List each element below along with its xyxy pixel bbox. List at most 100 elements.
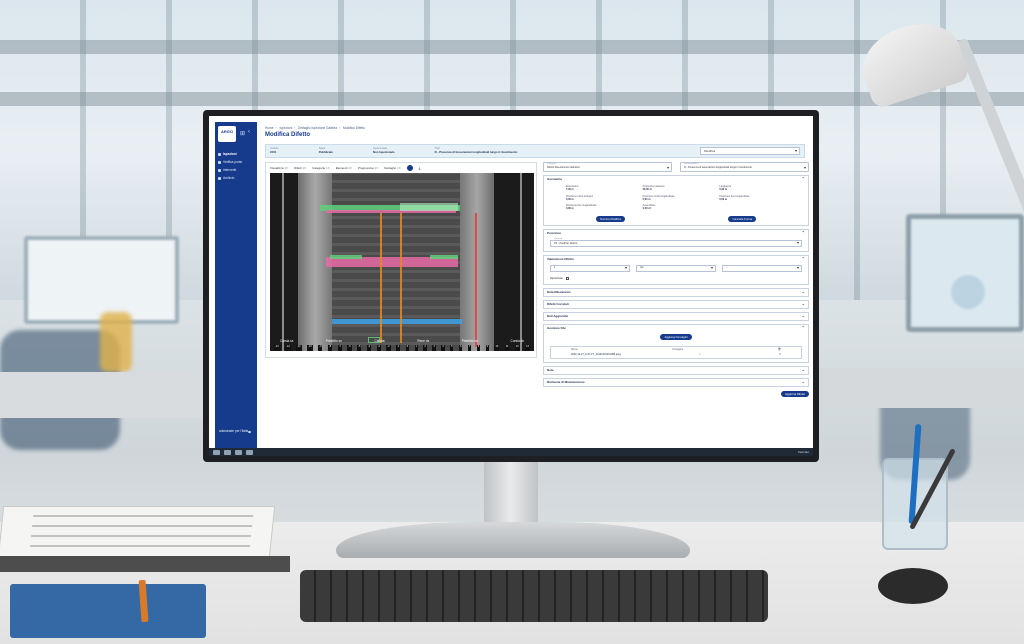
evaluation-select[interactable]: - [722,264,802,272]
section-header[interactable]: Dati Aggiuntivi [544,313,808,320]
subcategory-select[interactable]: Sottocategoria D - Presenza di fessurazio… [680,162,809,172]
tunnel-scan-image[interactable]: Corsia sx Piedritto sx Calotta Rene dx P… [270,173,534,351]
inspection-info-bar: Codice 1001 Stato Pubblicato Ispezionato No… [265,144,805,158]
viewer-filter-difetti[interactable]: Difetti 1X [294,166,306,170]
section-geometria: Geometria Estensione7,00 m Ampiezza mass… [543,175,809,226]
defect-highlight[interactable] [400,203,458,211]
background-monitor [24,236,179,324]
restored-checkbox[interactable] [565,276,569,280]
defect-highlight[interactable] [430,255,458,259]
section-header[interactable]: Data Rilevazione [544,289,808,296]
axis-tick: 7 [467,345,472,351]
defect-highlight[interactable] [330,255,362,259]
viewer-filter-categorie[interactable]: Categorie 1X [312,166,330,170]
crack-trace[interactable] [400,213,402,343]
axis-tick: 5 [450,345,454,351]
breadcrumb-item[interactable]: Dettaglio Ispezione Galleria [298,126,337,130]
viewer-toolbar: Visualizza 1X Difetti 1X Categorie 1X El… [266,163,536,172]
taskbar-app-icon[interactable] [246,449,253,455]
sidebar-item-verifica[interactable]: Verifica punto [218,158,254,166]
archive-icon [218,176,221,180]
geometry-field: Estensione 7,00 m [566,185,579,192]
viewer-filter-dettaglio[interactable]: Dettaglio 1X [384,166,400,170]
section-header[interactable]: Note [544,367,808,374]
defect-highlight[interactable] [332,319,462,324]
taskbar-app-icon[interactable] [235,449,242,455]
brand-name: autostrade per l'italia [219,429,249,433]
sidebar-item-label: Ispezioni [223,152,237,156]
geometry-field: Area difetto 0,00 m² [642,204,656,211]
position-select[interactable]: Posizione P3 - Piedritto Destro [550,237,802,247]
axis-tick: -5 [357,345,362,351]
section-dati-aggiuntivi: Dati Aggiuntivi [543,311,809,321]
monitor-stand [484,456,538,526]
file-name[interactable]: 2022-10-27_A-01-FT_20191204001965.jpeg [571,353,621,356]
taskbar-app-icon[interactable] [213,449,220,455]
section-data-rilevazione: Data Rilevazione [543,287,809,297]
section-note: Note [543,365,809,375]
add-images-button[interactable]: Aggiungi Immagini [660,333,692,340]
section-header[interactable]: Valutazione Difetto [544,256,808,263]
geometry-field: Posizione inizio longitudinale 0,00 m [642,194,675,201]
breadcrumb-item[interactable]: Home [265,126,274,130]
crack-trace[interactable] [380,213,382,343]
main-content: Home › Ispezioni › Dettaglio Ispezione Gal… [261,122,809,448]
viewer-filter-progressiva[interactable]: Progressiva 1X [358,166,378,170]
section-header[interactable]: Richiesta di Manutenzione [544,379,808,386]
restored-checkbox-row[interactable]: Ripristinato [544,274,808,284]
sidebar-item-archivio[interactable]: Archivio [218,174,254,182]
breadcrumb-item[interactable]: Ispezioni [279,126,292,130]
section-posizione: Posizione PosizioneP3 - Piedritto Destro [543,228,809,252]
screen: ARGO ⊞ ‹ Ispezioni Verifica punto Interv… [209,116,813,456]
update-defect-button[interactable]: Aggiorna Difetto [780,390,809,397]
monitor: ARGO ⊞ ‹ Ispezioni Verifica punto Interv… [203,110,819,462]
apps-grid-icon[interactable]: ⊞ [240,130,245,137]
sidebar-item-ispezioni[interactable]: Ispezioni [218,150,254,158]
evaluation-select[interactable]: G2 [636,264,716,272]
category-selects: Categoria Difetto Rivestimento definitivo… [543,162,809,172]
taskbar-app-icon[interactable] [224,449,231,455]
viewer-filter-elementi[interactable]: Elementi 1X [336,166,352,170]
sidebar-item-interventi[interactable]: Interventi [218,166,254,174]
brand-mark-icon: ⚭ [247,430,253,436]
file-table: Nome Immagine 🗑 2022-10-27_A-01-FT_20191… [550,345,802,359]
delete-shape-button[interactable]: Cancella Forma [728,215,757,222]
geometry-field: Larghezza 0,00 m [719,185,732,192]
check-icon [218,160,221,164]
axis-tick: -1 [396,345,401,351]
axis-tick: -11 [296,345,302,351]
section-header[interactable]: Posizione [544,230,808,237]
section-header[interactable]: Difetti Correlati [544,301,808,308]
section-valutazione: Valutazione Difetto 1 G2 - Ripristinato [543,254,809,285]
file-row[interactable]: 2022-10-27_A-01-FT_20191204001965.jpeg ✓… [551,352,801,358]
viewer-filter-visualizza[interactable]: Visualizza 1X [270,166,288,170]
geometry-field: Posizione inizio sviluppo 0,00 m [566,194,594,201]
crack-trace[interactable] [475,213,477,347]
mode-select[interactable]: Modifica [700,147,800,155]
contrast-icon[interactable] [406,164,413,171]
tunnel-lane-right [494,173,534,351]
section-gestione-file: Gestione File Aggiungi Immagini Nome Imm… [543,323,809,363]
finish-edit-button[interactable]: Termina Modifica [595,215,625,222]
axis-tick: -12 [285,345,291,351]
evaluation-select[interactable]: 1 [550,264,630,272]
geometry-fields: Estensione 7,00 m Ampiezza massima 60,00 m… [544,183,808,213]
section-header[interactable]: Geometria [544,176,808,183]
mouse [878,568,948,604]
axis-tick: -10 [307,345,313,351]
info-cell: Tipo D - Presenza di fessurazioni longitu… [434,146,518,154]
collapse-icon[interactable]: ‹ [248,129,250,135]
sidebar-item-label: Interventi [223,168,237,172]
file-mark: ✓ [698,352,701,356]
axis-tick: 8 [476,345,481,351]
breadcrumb: Home › Ispezioni › Dettaglio Ispezione Gal… [265,126,365,130]
download-icon[interactable]: ⤓ [419,165,421,170]
axis-tick: 10 [494,345,500,351]
category-select[interactable]: Categoria Difetto Rivestimento definitivo [543,162,672,172]
section-header[interactable]: Gestione File [544,325,808,332]
app-logo[interactable]: ARGO [218,126,236,142]
keyboard [300,570,768,622]
delete-file-icon[interactable]: ✕ [779,353,781,356]
section-richiesta-manutenzione: Richiesta di Manutenzione [543,377,809,387]
trash-icon[interactable]: 🗑 [778,348,781,351]
